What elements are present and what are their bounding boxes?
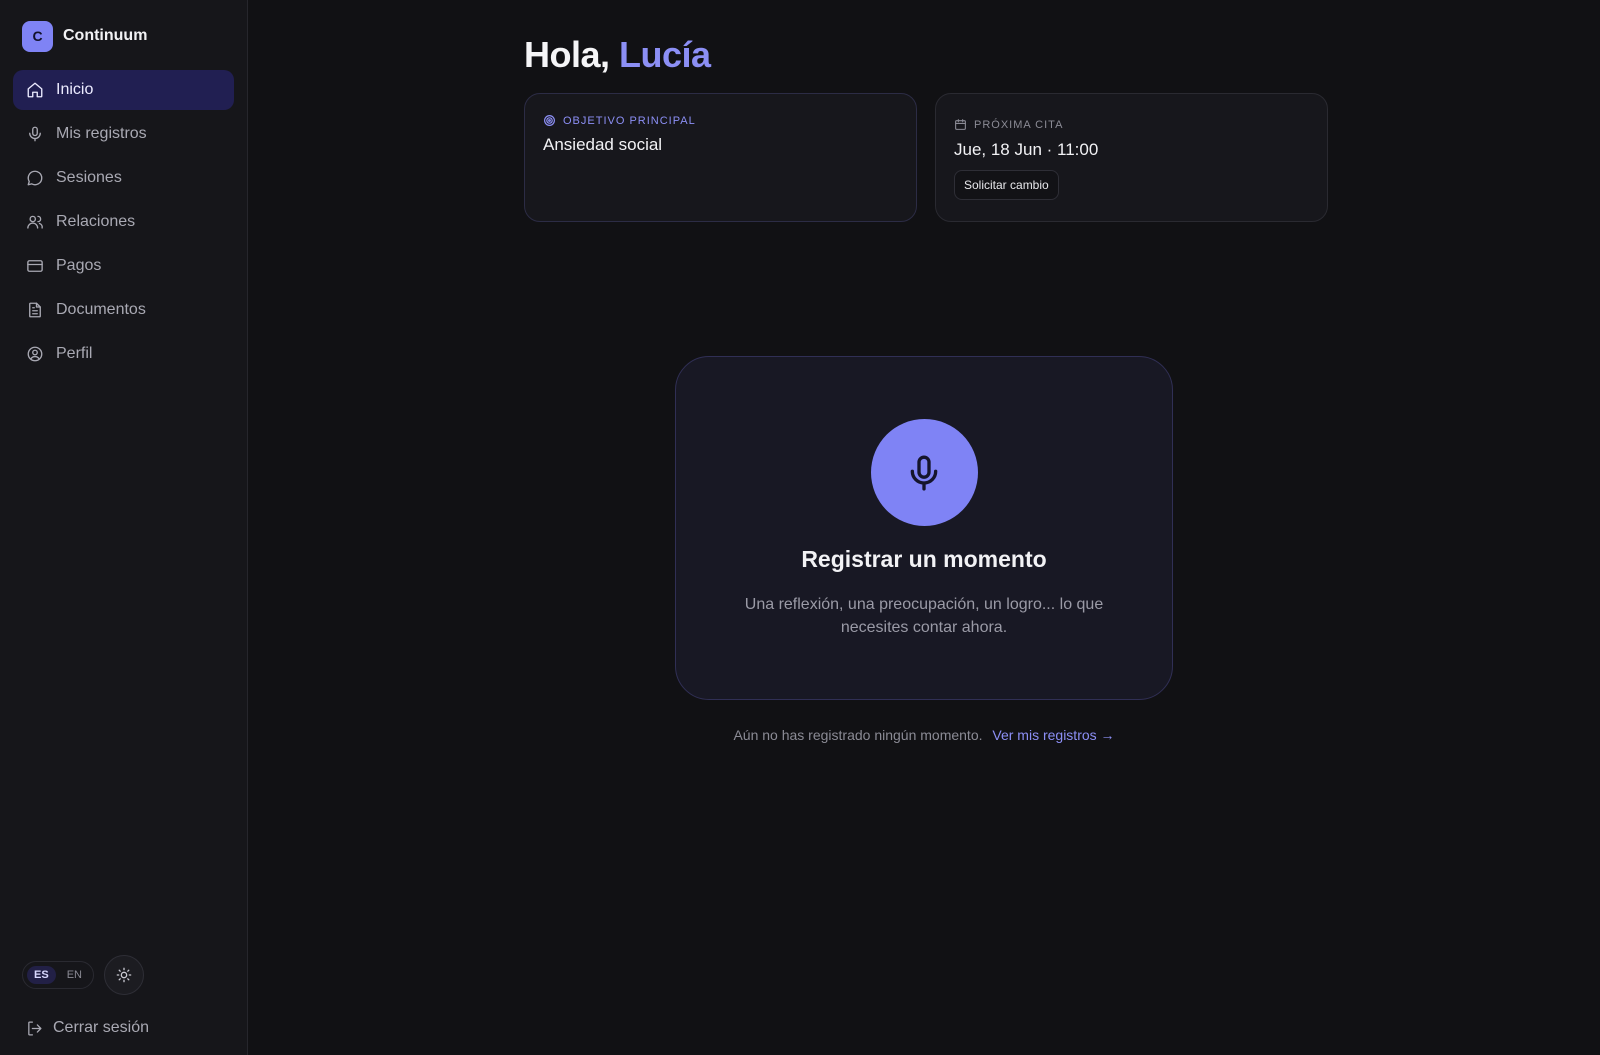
- language-switch: ES EN: [22, 961, 94, 989]
- goal-card-value: Ansiedad social: [543, 135, 663, 154]
- sidebar-item-label: Sesiones: [56, 169, 122, 186]
- sun-icon: [116, 967, 132, 983]
- sidebar-item-label: Documentos: [56, 301, 146, 318]
- logout-label: Cerrar sesión: [53, 1019, 150, 1036]
- greeting-name: Lucía: [619, 34, 711, 75]
- sidebar-item-inicio[interactable]: Inicio: [13, 70, 234, 110]
- mic-icon: [910, 455, 938, 490]
- users-icon: [27, 215, 43, 229]
- sidebar-footer: ES EN Cerrar sesión: [22, 955, 149, 1037]
- record-moment-card[interactable]: Registrar un momento Una reflexión, una …: [675, 356, 1173, 700]
- language-option-en[interactable]: EN: [60, 966, 89, 984]
- empty-records-message: Aún no has registrado ningún momento.: [733, 727, 983, 743]
- goal-card-header: OBJETIVO PRINCIPAL: [543, 114, 898, 127]
- sidebar-item-label: Perfil: [56, 345, 93, 362]
- mic-icon: [29, 126, 41, 142]
- brand-name: Continuum: [63, 27, 148, 44]
- sidebar-item-sesiones[interactable]: Sesiones: [13, 158, 234, 198]
- settings-toggles: ES EN: [22, 955, 149, 995]
- sidebar-nav: Inicio Mis registros Sesiones Relaciones…: [13, 70, 234, 374]
- sidebar-item-label: Inicio: [56, 81, 94, 98]
- app-root: C Continuum Inicio Mis registros Sesione…: [0, 0, 1600, 1055]
- view-records-link[interactable]: Ver mis registros →: [992, 727, 1114, 743]
- sidebar-item-relaciones[interactable]: Relaciones: [13, 202, 234, 242]
- credit-card-icon: [27, 260, 43, 272]
- sidebar-item-label: Pagos: [56, 257, 102, 274]
- chat-icon: [27, 170, 43, 186]
- language-option-es[interactable]: ES: [27, 966, 56, 984]
- sidebar-item-label: Relaciones: [56, 213, 136, 230]
- brand[interactable]: C Continuum: [13, 20, 234, 52]
- sidebar-item-perfil[interactable]: Perfil: [13, 334, 234, 374]
- sidebar-item-pagos[interactable]: Pagos: [13, 246, 234, 286]
- logout-button[interactable]: Cerrar sesión: [22, 1019, 149, 1037]
- goal-card: OBJETIVO PRINCIPAL Ansiedad social: [524, 93, 917, 222]
- record-description: Una reflexión, una preocupación, un logr…: [744, 596, 1104, 636]
- sidebar-item-documentos[interactable]: Documentos: [13, 290, 234, 330]
- request-change-button[interactable]: Solicitar cambio: [954, 170, 1059, 200]
- main-content: Hola, Lucía OBJETIVO PRINCIPAL Ansiedad …: [248, 0, 1600, 1055]
- sidebar: C Continuum Inicio Mis registros Sesione…: [0, 0, 248, 1055]
- records-status: Aún no has registrado ningún momento. Ve…: [675, 727, 1173, 743]
- appointment-card-header: PRÓXIMA CITA: [954, 118, 1309, 131]
- theme-toggle-button[interactable]: [103, 955, 144, 995]
- user-circle-icon: [27, 346, 43, 362]
- target-icon: [544, 115, 555, 126]
- greeting-hello: Hola,: [524, 34, 610, 75]
- appointment-card: PRÓXIMA CITA Jue, 18 Jun · 11:00 Solicit…: [935, 93, 1328, 222]
- goal-card-label: OBJETIVO PRINCIPAL: [563, 114, 696, 127]
- appointment-card-label: PRÓXIMA CITA: [974, 118, 1064, 131]
- record-title: Registrar un momento: [801, 546, 1047, 572]
- document-icon: [29, 302, 41, 318]
- calendar-icon: [955, 119, 966, 130]
- home-icon: [27, 82, 43, 98]
- sidebar-item-label: Mis registros: [56, 125, 147, 142]
- logout-icon: [28, 1020, 42, 1036]
- sidebar-item-mis-registros[interactable]: Mis registros: [13, 114, 234, 154]
- page-title: Hola, Lucía: [524, 34, 711, 76]
- brand-logo: C: [22, 20, 53, 52]
- record-button[interactable]: [870, 419, 978, 526]
- appointment-date: Jue, 18 Jun · 11:00: [954, 140, 1099, 159]
